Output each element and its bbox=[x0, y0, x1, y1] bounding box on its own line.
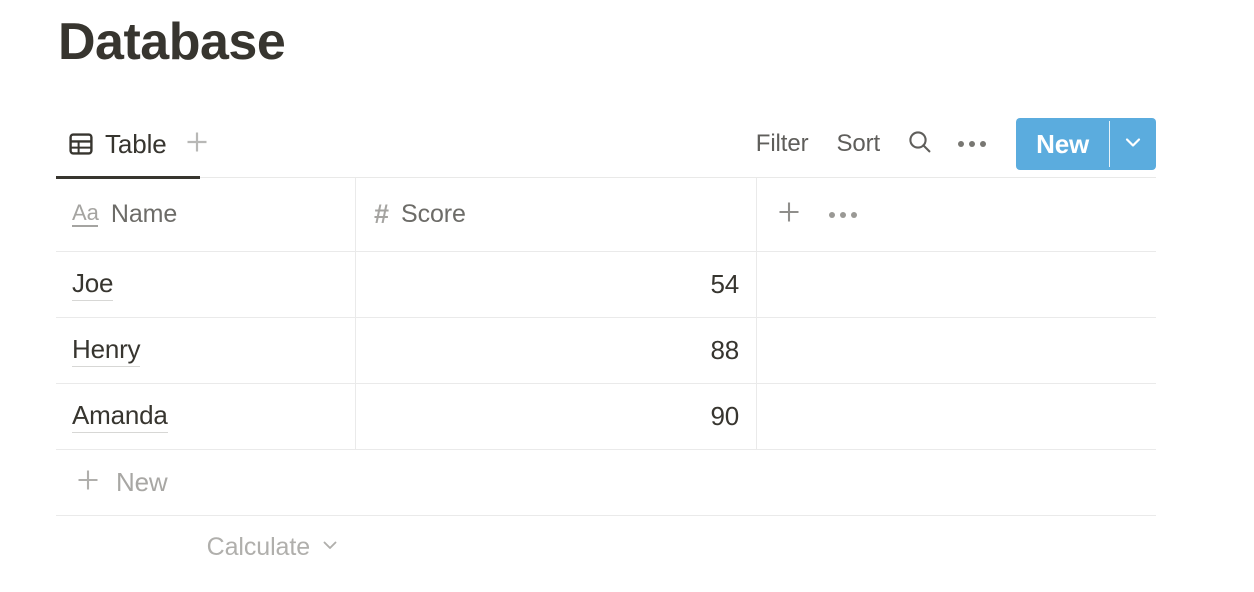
column-header-score-inner: # Score bbox=[374, 200, 466, 229]
text-type-glyph: Aa bbox=[72, 199, 99, 225]
toolbar-right-group: Filter Sort New bbox=[742, 112, 1156, 176]
cell-score[interactable]: 90 bbox=[356, 384, 757, 449]
search-button[interactable] bbox=[894, 118, 946, 170]
add-column-button[interactable] bbox=[775, 198, 803, 231]
table-row[interactable]: Amanda 90 bbox=[56, 384, 1156, 450]
chevron-down-icon bbox=[1122, 131, 1144, 158]
table-icon bbox=[68, 131, 94, 157]
sort-button[interactable]: Sort bbox=[823, 130, 895, 158]
add-row-button[interactable]: New bbox=[56, 450, 1156, 516]
cell-empty[interactable] bbox=[757, 384, 1156, 449]
cell-score[interactable]: 88 bbox=[356, 318, 757, 383]
plus-icon bbox=[74, 466, 102, 499]
tab-table[interactable]: Table bbox=[56, 112, 173, 176]
add-row-label: New bbox=[116, 467, 168, 497]
new-button-dropdown[interactable] bbox=[1110, 118, 1156, 170]
row-title-link[interactable]: Joe bbox=[72, 268, 114, 301]
column-header-name-label: Name bbox=[110, 200, 178, 228]
cell-name[interactable]: Joe bbox=[56, 252, 356, 317]
plus-icon bbox=[183, 128, 211, 161]
new-button[interactable]: New bbox=[1016, 118, 1109, 170]
text-type-underline bbox=[72, 224, 99, 227]
column-header-actions bbox=[757, 178, 1156, 251]
table-row[interactable]: Henry 88 bbox=[56, 318, 1156, 384]
tab-active-underline bbox=[56, 176, 200, 179]
column-options-button[interactable] bbox=[829, 211, 857, 218]
toolbar-left-group: Table bbox=[56, 112, 221, 176]
row-score-value[interactable]: 88 bbox=[710, 335, 739, 366]
column-header-name-inner: Aa Name bbox=[72, 200, 177, 229]
column-header-name[interactable]: Aa Name bbox=[56, 178, 356, 251]
cell-name[interactable]: Amanda bbox=[56, 384, 356, 449]
cell-empty[interactable] bbox=[757, 252, 1156, 317]
page-title: Database bbox=[58, 13, 286, 71]
row-title-link[interactable]: Henry bbox=[72, 334, 141, 367]
add-view-button[interactable] bbox=[173, 112, 221, 176]
table-header-row: Aa Name # Score bbox=[56, 178, 1156, 252]
table-footer: Calculate bbox=[56, 517, 356, 577]
table-row[interactable]: Joe 54 bbox=[56, 252, 1156, 318]
toolbar-more-button[interactable] bbox=[946, 118, 998, 170]
search-icon bbox=[905, 127, 935, 162]
notion-database-page: Database Table Filter Sort New Aa Name #… bbox=[0, 0, 1254, 592]
chevron-down-icon bbox=[320, 535, 340, 560]
plus-icon bbox=[775, 198, 803, 231]
text-type-icon: Aa bbox=[72, 199, 99, 227]
column-header-score[interactable]: # Score bbox=[356, 178, 757, 251]
cell-score[interactable]: 54 bbox=[356, 252, 757, 317]
calculate-button[interactable]: Calculate bbox=[207, 533, 340, 562]
row-score-value[interactable]: 54 bbox=[710, 269, 739, 300]
new-button-divider bbox=[1109, 121, 1110, 167]
row-score-value[interactable]: 90 bbox=[710, 401, 739, 432]
database-toolbar: Table Filter Sort New bbox=[56, 112, 1156, 176]
new-button-group: New bbox=[1016, 118, 1156, 170]
calculate-label: Calculate bbox=[206, 532, 310, 561]
more-horizontal-icon bbox=[958, 141, 987, 147]
database-table: Aa Name # Score Joe 54 Henry 88 Amanda 9… bbox=[56, 178, 1156, 516]
row-title-link[interactable]: Amanda bbox=[72, 400, 168, 433]
tab-table-label: Table bbox=[105, 128, 167, 159]
column-header-score-label: Score bbox=[401, 200, 466, 228]
cell-empty[interactable] bbox=[757, 318, 1156, 383]
number-type-icon: # bbox=[374, 199, 390, 229]
filter-button[interactable]: Filter bbox=[742, 130, 823, 158]
cell-name[interactable]: Henry bbox=[56, 318, 356, 383]
more-horizontal-icon bbox=[829, 211, 857, 218]
